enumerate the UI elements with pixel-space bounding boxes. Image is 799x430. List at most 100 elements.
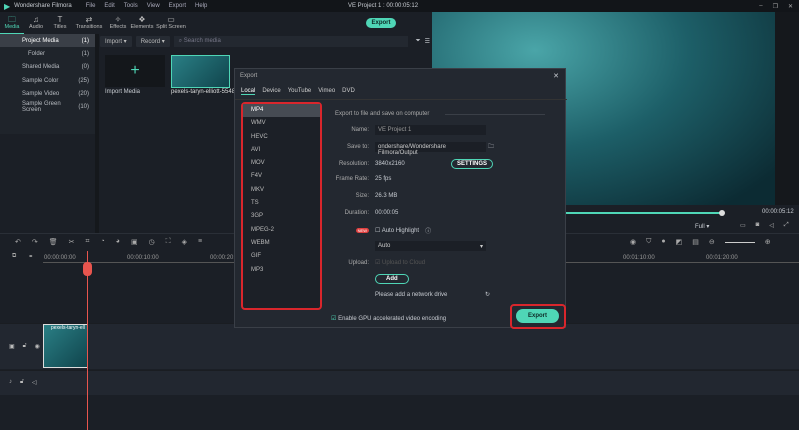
monitor-icon[interactable]: ▭ [740, 222, 746, 229]
new-badge: NEW [355, 227, 369, 233]
speed-icon[interactable]: ◔ [100, 238, 104, 246]
timeline-clip[interactable]: pexels-taryn-ell [43, 324, 88, 368]
preview-progress[interactable] [566, 212, 722, 214]
ruler-mark-4: 00:01:20:00 [706, 255, 738, 261]
color-icon[interactable]: ◕ [116, 238, 120, 246]
sidebar-item[interactable]: Sample Video (20) [0, 87, 95, 100]
upload-cloud-checkbox[interactable]: ☑ Upload to Cloud [375, 259, 425, 266]
crop-icon[interactable]: ⌗ [86, 238, 90, 246]
menu-help[interactable]: Help [195, 3, 207, 9]
record-dropdown[interactable]: Record ▾ [135, 36, 170, 47]
adjust-icon[interactable]: ≡ [198, 238, 202, 246]
cut-icon[interactable]: ✂ [69, 238, 75, 246]
sidebar-item[interactable]: Sample Color (25) [0, 74, 95, 87]
import-media-tile[interactable]: + [105, 55, 165, 87]
tab-elements[interactable]: ❖ Elements [130, 12, 154, 34]
export-button[interactable]: Export [516, 309, 559, 323]
dialog-tab-device[interactable]: Device [262, 88, 280, 95]
eye-icon[interactable]: ◉ [35, 343, 40, 350]
dialog-tab-local[interactable]: Local [241, 88, 256, 95]
search-input[interactable]: ⌕ Search media [173, 36, 408, 47]
export-heading: Export to file and save on computer [335, 111, 430, 117]
settings-button[interactable]: SETTINGS [451, 159, 494, 169]
sidebar-item[interactable]: Project Media (1) [0, 34, 95, 48]
marker-icon[interactable]: ⛉ [646, 238, 651, 246]
ruler-mark-0: 00:00:00:00 [44, 255, 76, 261]
media-clip-thumbnail[interactable] [171, 55, 230, 88]
fit-icon[interactable]: ⛶ [166, 238, 171, 246]
link-icon[interactable]: ⚭ [28, 253, 33, 260]
snapshot-icon[interactable]: ◙ [756, 222, 760, 229]
ruler-mark-1: 00:00:10:00 [127, 255, 159, 261]
playhead[interactable] [87, 251, 88, 430]
network-drive-text: Please add a network drive [375, 291, 448, 298]
keyframe-icon[interactable]: ◈ [182, 238, 187, 246]
sidebar-item[interactable]: Shared Media (0) [0, 61, 95, 74]
zoom-slider[interactable] [724, 242, 755, 243]
menu-edit[interactable]: Edit [104, 3, 114, 9]
menu-tools[interactable]: Tools [124, 3, 138, 9]
render-icon[interactable]: ◉ [630, 238, 636, 246]
elements-icon: ❖ [138, 15, 146, 24]
green-screen-icon[interactable]: ▣ [131, 238, 138, 246]
media-sidebar: Project Media (1) Folder (1) Shared Media (0)… [0, 34, 95, 134]
gpu-checkbox[interactable]: ☑ Enable GPU accelerated video encoding [331, 315, 446, 322]
title-bar: ▶ Wondershare Filmora File Edit Tools View E… [0, 0, 799, 12]
menu-export[interactable]: Export [169, 3, 186, 9]
tab-audio[interactable]: ♫ Audio [24, 12, 48, 34]
sidebar-item[interactable]: Sample Green Screen (10) [0, 100, 95, 113]
tab-titles[interactable]: T Titles [48, 12, 72, 34]
timer-icon[interactable]: ◷ [149, 238, 155, 246]
volume-icon[interactable]: ◁ [769, 222, 774, 229]
subtitle-icon[interactable]: ▤ [692, 238, 699, 246]
size-value: 26.3 MB [375, 193, 398, 199]
redo-icon[interactable]: ↷ [32, 238, 38, 246]
minimize-icon[interactable]: – [759, 3, 762, 10]
save-path-input[interactable]: ondershare/Wondershare Filmora/Output [375, 142, 486, 156]
list-view-icon[interactable]: ☰ [425, 38, 430, 45]
audio-track-icon: ♪ [9, 379, 12, 385]
dialog-tabs: Local Device YouTube Vimeo DVD [241, 88, 362, 95]
name-input[interactable]: VE Project 1 [375, 125, 486, 135]
frame-rate-value: 25 fps [375, 176, 392, 182]
split-screen-icon: ▭ [167, 15, 175, 24]
refresh-icon[interactable]: ↻ [485, 291, 490, 298]
zoom-out-icon[interactable]: ⊖ [709, 238, 715, 246]
format-item[interactable]: MP4 [243, 104, 320, 118]
undo-icon[interactable]: ↶ [15, 238, 21, 246]
zoom-in-icon[interactable]: ⊕ [765, 238, 771, 246]
audio-lock-icon[interactable]: 🔓︎ [20, 379, 24, 386]
sidebar-item[interactable]: Folder (1) [0, 47, 95, 60]
progress-handle[interactable] [719, 210, 725, 216]
dialog-tab-youtube[interactable]: YouTube [288, 88, 312, 95]
add-button[interactable]: Add [375, 274, 409, 284]
tab-split-screen[interactable]: ▭ Split Screen [154, 12, 188, 34]
tab-media[interactable]: 🗀 Media [0, 12, 24, 34]
import-dropdown[interactable]: Import ▾ [100, 36, 132, 47]
add-track-icon[interactable]: ⧉ [12, 253, 16, 260]
tab-transitions[interactable]: ⇄ Transitions [72, 12, 106, 34]
lock-icon[interactable]: 🔓︎ [23, 343, 27, 350]
menu-view[interactable]: View [147, 3, 160, 9]
close-icon[interactable]: ✕ [788, 3, 793, 10]
export-top-button[interactable]: Export [366, 18, 396, 28]
format-item[interactable]: TS [243, 197, 320, 210]
auto-dropdown[interactable]: Auto ▾ [375, 241, 486, 251]
auto-highlight-checkbox[interactable]: ☐ Auto Highlight [375, 227, 419, 234]
menu-file[interactable]: File [86, 3, 96, 9]
dialog-tab-dvd[interactable]: DVD [342, 88, 355, 95]
delete-icon[interactable]: 🗑 [49, 238, 58, 246]
mute-icon[interactable]: ◁ [32, 379, 37, 386]
playhead-handle[interactable] [83, 262, 92, 276]
folder-icon[interactable]: 🗀 [488, 142, 494, 152]
quality-dropdown[interactable]: Full ▾ [695, 223, 709, 230]
mix-icon[interactable]: ◩ [676, 238, 683, 246]
filter-icon[interactable]: ⏷ [416, 38, 421, 45]
dialog-close-icon[interactable]: ✕ [553, 72, 559, 80]
maximize-icon[interactable]: ❐ [773, 3, 778, 10]
tab-effects[interactable]: ✧ Effects [106, 12, 130, 34]
dialog-tab-vimeo[interactable]: Vimeo [318, 88, 335, 95]
help-icon[interactable]: ⓘ [425, 226, 431, 235]
fullscreen-icon[interactable]: ⤢ [784, 222, 789, 229]
mic-icon[interactable]: ● [661, 238, 665, 246]
